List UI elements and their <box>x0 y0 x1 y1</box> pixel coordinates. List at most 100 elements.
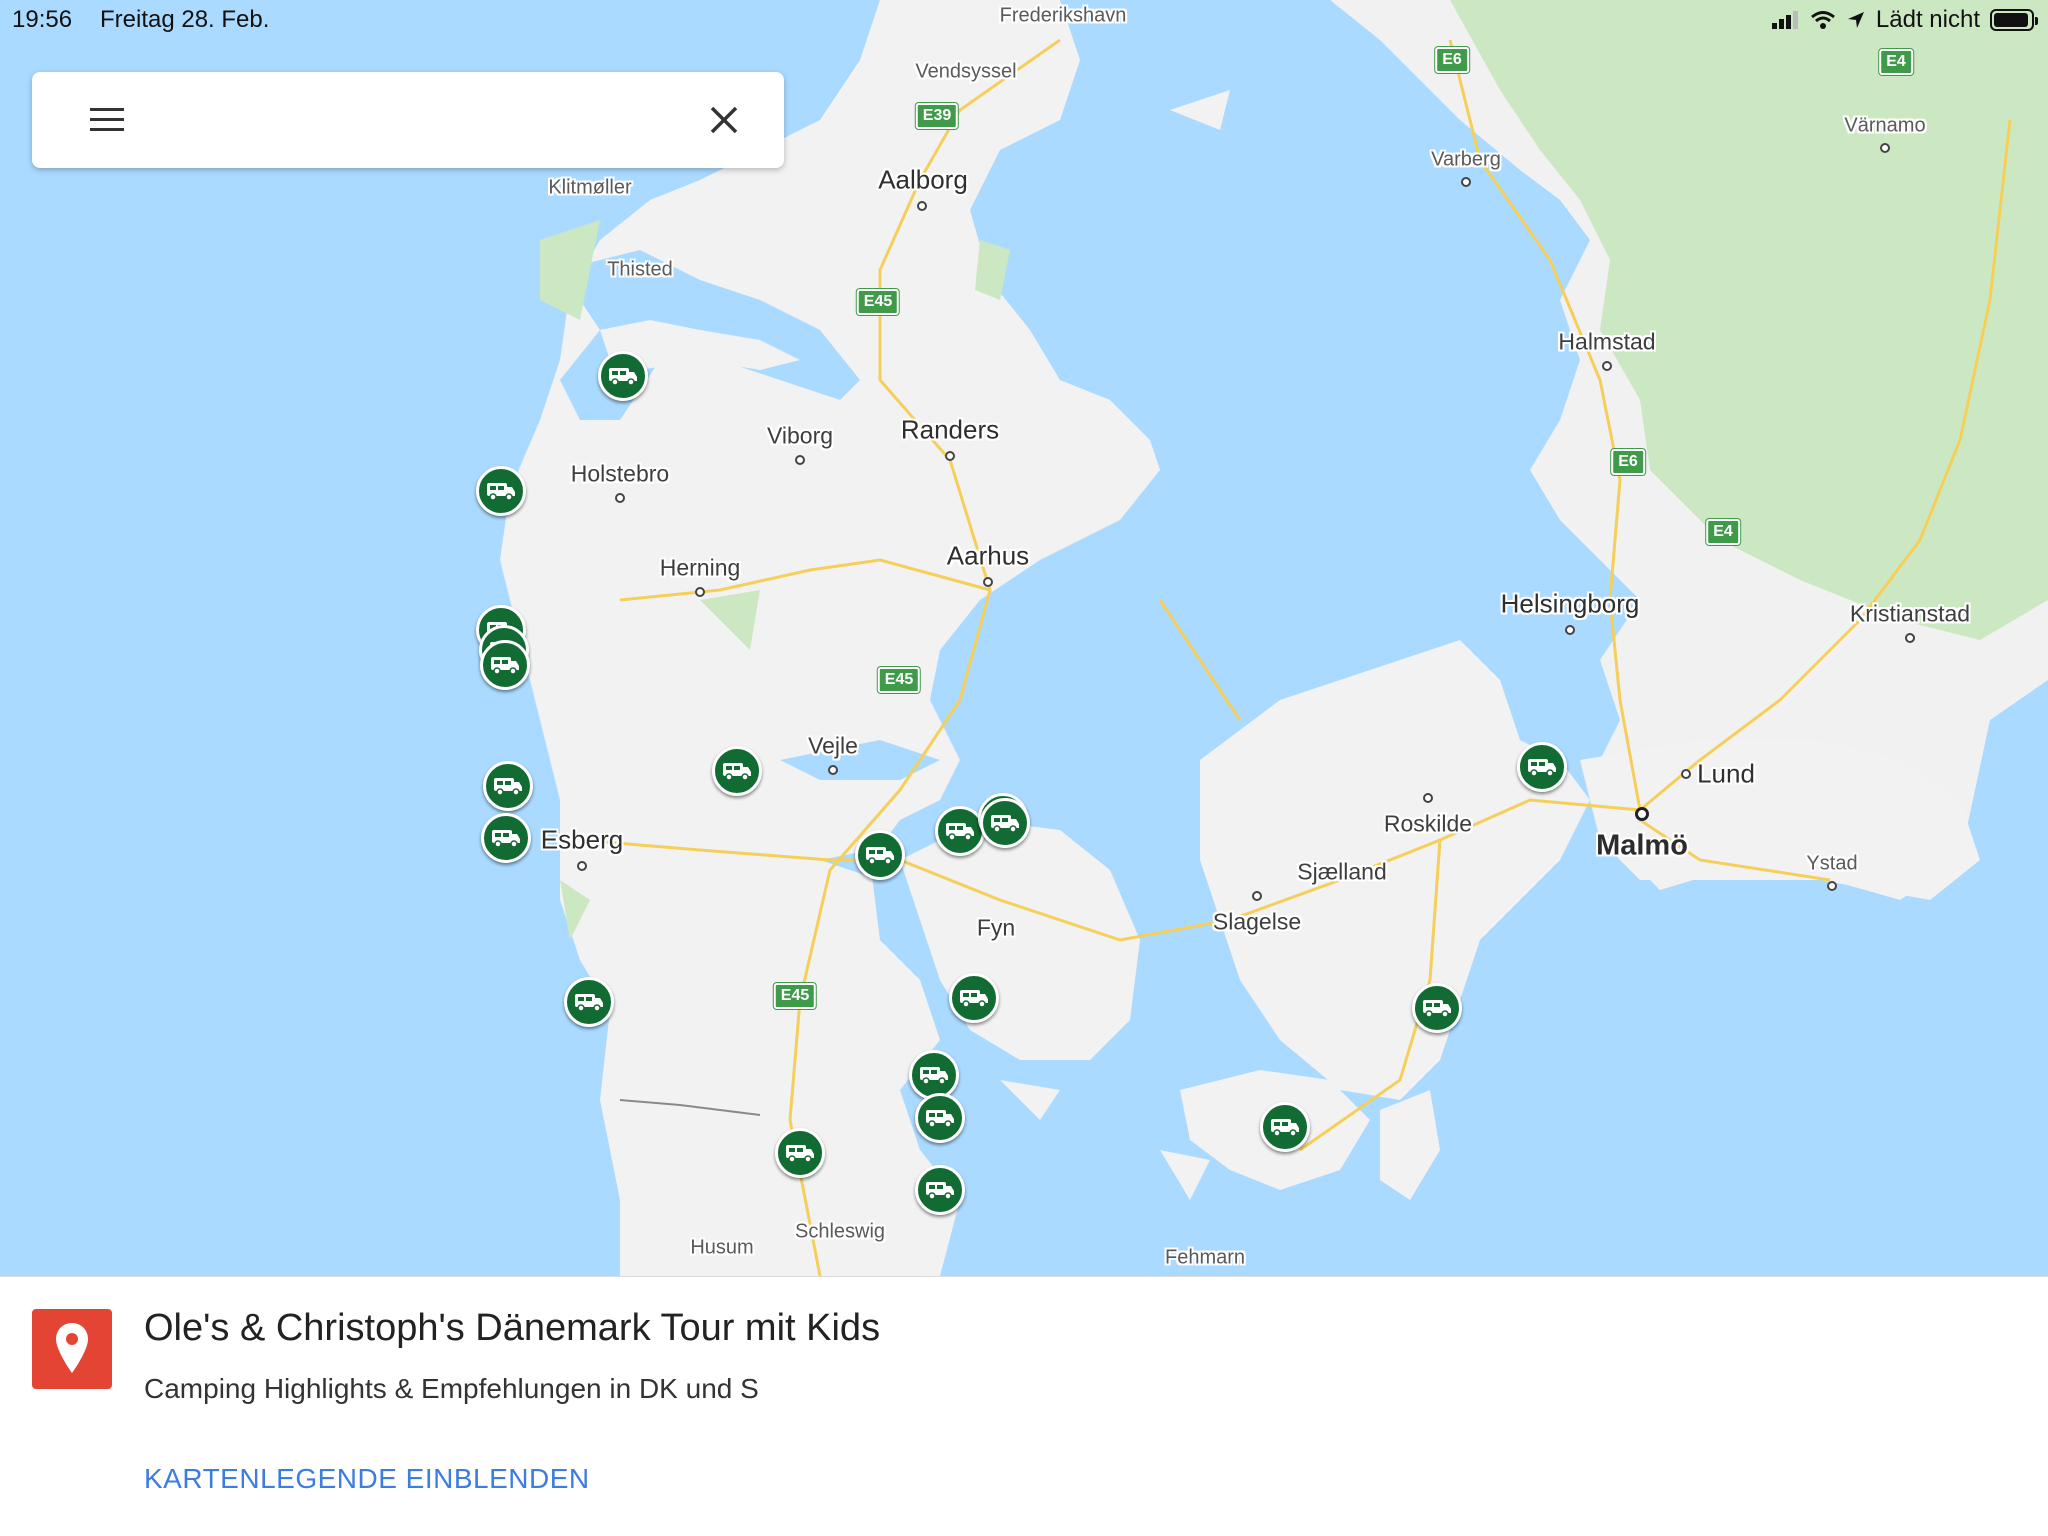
city-dot <box>917 201 927 211</box>
city-dot <box>1681 769 1691 779</box>
place-aarhus[interactable]: Aarhus <box>947 541 1029 572</box>
land-island <box>1160 1150 1210 1200</box>
road-shield-e4: E4 <box>1879 49 1913 75</box>
camper-marker[interactable] <box>775 1128 825 1178</box>
place-slagelse[interactable]: Slagelse <box>1213 909 1301 936</box>
camper-marker[interactable] <box>476 466 526 516</box>
city-dot <box>1905 633 1915 643</box>
camper-marker[interactable] <box>1412 983 1462 1033</box>
camper-marker[interactable] <box>855 830 905 880</box>
road-shield-e45: E45 <box>856 289 900 315</box>
wifi-icon <box>1810 11 1835 29</box>
map-subtitle: Camping Highlights & Empfehlungen in DK … <box>144 1373 759 1404</box>
camper-marker[interactable] <box>481 813 531 863</box>
city-dot <box>1423 793 1433 803</box>
city-dot <box>1602 361 1612 371</box>
place-kristianstad[interactable]: Kristianstad <box>1850 601 1970 628</box>
place-vendsyssel[interactable]: Vendsyssel <box>915 61 1016 84</box>
city-dot <box>1252 891 1262 901</box>
city-dot <box>1461 177 1471 187</box>
camper-van-icon <box>575 994 603 1012</box>
city-dot <box>1635 807 1649 821</box>
camper-van-icon <box>926 1182 954 1200</box>
camper-van-icon <box>960 990 988 1008</box>
city-dot <box>695 587 705 597</box>
place-roskilde[interactable]: Roskilde <box>1384 811 1472 838</box>
camper-van-icon <box>723 763 751 781</box>
camper-van-icon <box>866 847 894 865</box>
camper-marker[interactable] <box>980 798 1030 848</box>
search-bar <box>32 72 784 168</box>
place-klitmoller[interactable]: Klitmøller <box>548 177 631 200</box>
place-fehmarn[interactable]: Fehmarn <box>1165 1247 1245 1270</box>
place-fyn[interactable]: Fyn <box>977 915 1015 942</box>
camper-van-icon <box>926 1110 954 1128</box>
place-schleswig[interactable]: Schleswig <box>795 1221 885 1244</box>
camper-marker[interactable] <box>1260 1102 1310 1152</box>
camper-marker[interactable] <box>915 1165 965 1215</box>
camper-marker[interactable] <box>480 640 530 690</box>
forest-sweden <box>1450 0 2048 640</box>
road-shield-e45: E45 <box>877 667 921 693</box>
place-vejle[interactable]: Vejle <box>808 733 858 760</box>
camper-van-icon <box>609 368 637 386</box>
camper-marker[interactable] <box>712 746 762 796</box>
place-esberg[interactable]: Esberg <box>541 825 623 856</box>
camper-van-icon <box>491 657 519 675</box>
place-lund[interactable]: Lund <box>1697 759 1755 790</box>
place-malmo[interactable]: Malmö <box>1596 830 1688 863</box>
city-dot <box>1880 143 1890 153</box>
camper-van-icon <box>786 1145 814 1163</box>
close-icon[interactable] <box>704 100 744 140</box>
place-thisted[interactable]: Thisted <box>607 259 673 282</box>
place-viborg[interactable]: Viborg <box>767 423 833 450</box>
land-fyn <box>900 820 1140 1060</box>
battery-level <box>1994 13 2029 27</box>
camper-van-icon <box>1271 1119 1299 1137</box>
camper-marker[interactable] <box>1517 742 1567 792</box>
google-maps-app: Frederikshavn Vendsyssel Aalborg Klitmøl… <box>0 0 2048 1536</box>
place-helsingborg[interactable]: Helsingborg <box>1501 589 1640 620</box>
map-info-sheet[interactable]: Ole's & Christoph's Dänemark Tour mit Ki… <box>0 1276 2048 1536</box>
city-dot <box>615 493 625 503</box>
road-shield-e6: E6 <box>1435 47 1469 73</box>
road-shield-e4: E4 <box>1706 519 1740 545</box>
map-title: Ole's & Christoph's Dänemark Tour mit Ki… <box>144 1307 881 1349</box>
map-base-layer <box>500 0 2048 1276</box>
search-input[interactable] <box>162 96 682 144</box>
place-ystad[interactable]: Ystad <box>1806 853 1857 876</box>
land-anholt <box>1170 90 1230 130</box>
camper-van-icon <box>1528 759 1556 777</box>
status-time: 19:56 <box>12 6 73 33</box>
city-dot <box>1565 625 1575 635</box>
place-sjaelland[interactable]: Sjælland <box>1297 859 1387 886</box>
place-varberg[interactable]: Varberg <box>1431 149 1501 172</box>
camper-marker[interactable] <box>564 977 614 1027</box>
camper-marker[interactable] <box>598 351 648 401</box>
land-zealand <box>1200 640 1590 1100</box>
land-falster <box>1380 1090 1440 1200</box>
map-canvas[interactable]: Frederikshavn Vendsyssel Aalborg Klitmøl… <box>0 0 2048 1276</box>
camper-van-icon <box>946 823 974 841</box>
camper-marker[interactable] <box>949 973 999 1023</box>
camper-marker[interactable] <box>909 1050 959 1100</box>
city-dot <box>577 861 587 871</box>
camper-marker[interactable] <box>483 761 533 811</box>
hamburger-menu-icon[interactable] <box>82 100 130 140</box>
road-shield-e39: E39 <box>915 103 959 129</box>
place-halmstad[interactable]: Halmstad <box>1558 329 1655 356</box>
place-husum[interactable]: Husum <box>690 1237 753 1260</box>
place-aalborg[interactable]: Aalborg <box>878 165 968 196</box>
camper-van-icon <box>991 815 1019 833</box>
city-dot <box>983 577 993 587</box>
place-herning[interactable]: Herning <box>660 555 741 582</box>
camper-marker[interactable] <box>915 1093 965 1143</box>
show-legend-link[interactable]: KARTENLEGENDE EINBLENDEN <box>144 1463 590 1495</box>
place-holstebro[interactable]: Holstebro <box>571 461 669 488</box>
camper-van-icon <box>494 778 522 796</box>
city-dot <box>795 455 805 465</box>
map-pin-icon <box>32 1309 112 1389</box>
place-varnamo[interactable]: Värnamo <box>1844 115 1925 138</box>
signal-icon <box>1771 11 1798 29</box>
place-randers[interactable]: Randers <box>901 415 999 446</box>
